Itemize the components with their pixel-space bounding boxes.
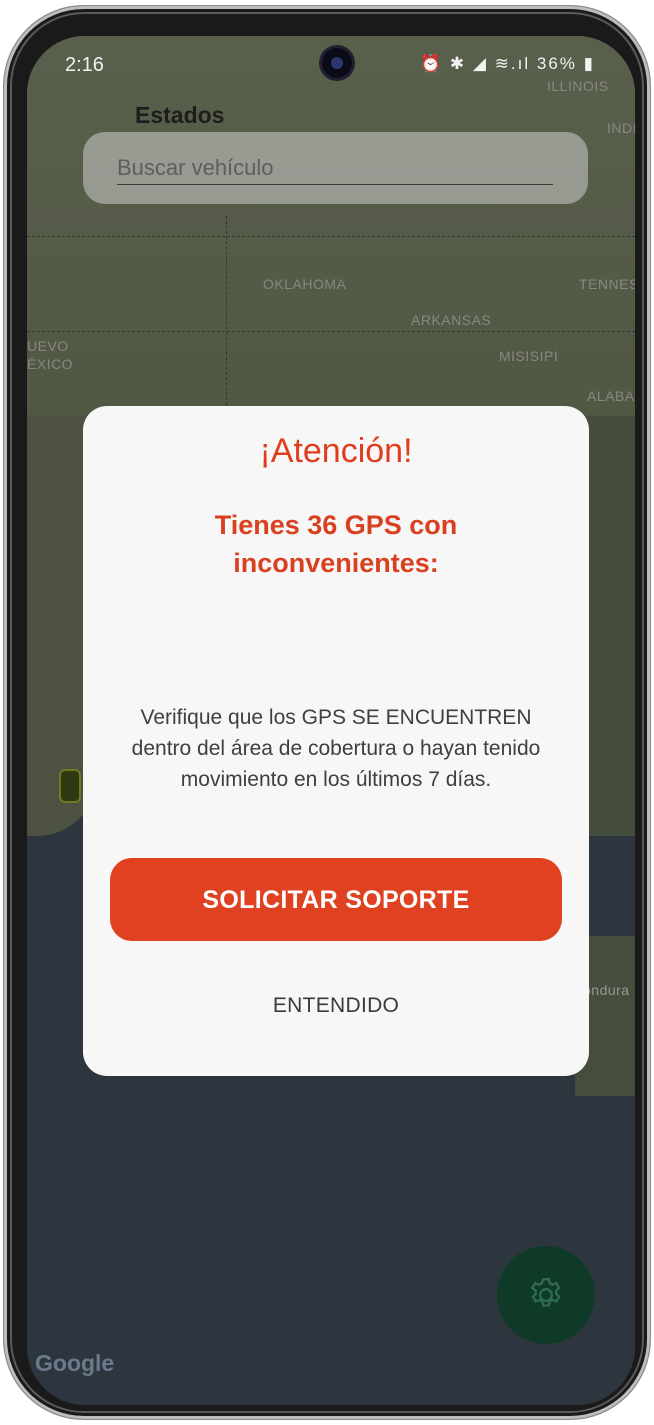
status-icons: ⏰ ✱ ◢ ≋.ıl 36% ▮ — [420, 54, 595, 74]
dialog-message: Verifique que los GPS SE ENCUENTREN dent… — [131, 706, 541, 791]
understood-button[interactable]: ENTENDIDO — [83, 994, 589, 1018]
camera-cutout — [322, 48, 352, 78]
page-title: Estados — [135, 102, 225, 128]
device-frame: ILLINOIS INDIA OKLAHOMA TENNESS ARKANSAS… — [4, 6, 650, 1419]
status-time: 2:16 — [65, 54, 104, 76]
vehicle-marker-icon[interactable] — [61, 771, 79, 801]
battery-level: 36% — [536, 54, 577, 73]
alert-dialog: ¡Atención! Tienes 36 GPS con inconvenien… — [83, 406, 589, 1076]
google-logo: Google — [35, 1350, 115, 1376]
gear-icon — [530, 1278, 561, 1307]
search-input[interactable] — [117, 152, 553, 185]
search-container — [83, 132, 588, 204]
status-icons-glyphs: ⏰ ✱ ◢ ≋.ıl — [420, 54, 531, 73]
dialog-subtitle: Tienes 36 GPS con inconvenientes: — [214, 510, 458, 578]
battery-icon: ▮ — [583, 54, 595, 73]
status-bar: 2:16 ⏰ ✱ ◢ ≋.ıl 36% ▮ — [27, 36, 635, 94]
settings-fab[interactable] — [497, 1246, 595, 1344]
request-support-button[interactable]: SOLICITAR SOPORTE — [110, 858, 562, 941]
screen: ILLINOIS INDIA OKLAHOMA TENNESS ARKANSAS… — [27, 36, 635, 1405]
dialog-title: ¡Atención! — [259, 432, 413, 470]
